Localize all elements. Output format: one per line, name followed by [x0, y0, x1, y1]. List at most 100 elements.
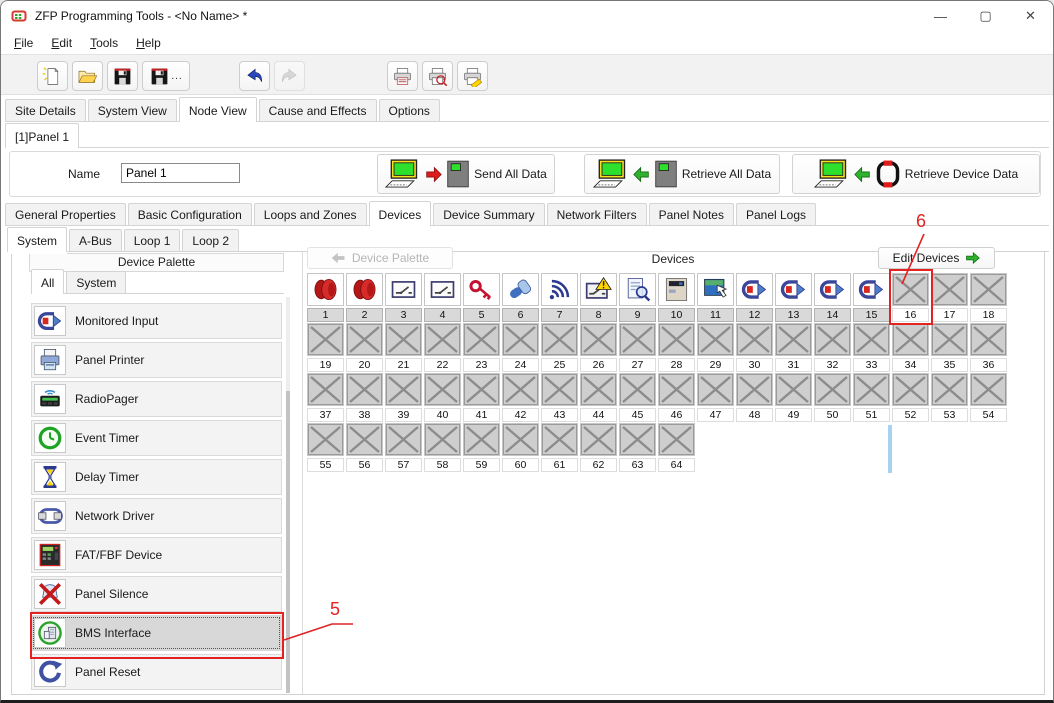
palette-item-event-timer[interactable]: Event Timer [31, 420, 282, 456]
tab-device-summary[interactable]: Device Summary [433, 203, 544, 226]
device-cell-2[interactable]: 2 [346, 273, 383, 322]
device-cell-28[interactable]: 28 [658, 323, 695, 372]
device-cell-45[interactable]: 45 [619, 373, 656, 422]
device-cell-46[interactable]: 46 [658, 373, 695, 422]
palette-item-radiopager[interactable]: RadioPager [31, 381, 282, 417]
device-cell-23[interactable]: 23 [463, 323, 500, 372]
redo-button[interactable] [274, 61, 305, 91]
close-button[interactable]: ✕ [1008, 1, 1053, 31]
device-cell-57[interactable]: 57 [385, 423, 422, 472]
print-export-button[interactable] [457, 61, 488, 91]
save-button[interactable]: ... [142, 61, 190, 91]
palette-tab-all[interactable]: All [31, 269, 64, 294]
device-cell-56[interactable]: 56 [346, 423, 383, 472]
tab-node-view[interactable]: Node View [179, 97, 257, 122]
device-cell-36[interactable]: 36 [970, 323, 1007, 372]
device-cell-35[interactable]: 35 [931, 323, 968, 372]
device-cell-31[interactable]: 31 [775, 323, 812, 372]
tab-a-bus[interactable]: A-Bus [69, 229, 122, 252]
device-cell-7[interactable]: 7 [541, 273, 578, 322]
device-cell-39[interactable]: 39 [385, 373, 422, 422]
palette-item-panel-printer[interactable]: Panel Printer [31, 342, 282, 378]
device-cell-27[interactable]: 27 [619, 323, 656, 372]
device-cell-20[interactable]: 20 [346, 323, 383, 372]
device-cell-18[interactable]: 18 [970, 273, 1007, 322]
tab-loop-2[interactable]: Loop 2 [182, 229, 239, 252]
device-cell-58[interactable]: 58 [424, 423, 461, 472]
device-cell-25[interactable]: 25 [541, 323, 578, 372]
device-cell-47[interactable]: 47 [697, 373, 734, 422]
device-cell-4[interactable]: 4 [424, 273, 461, 322]
palette-item-network-driver[interactable]: Network Driver [31, 498, 282, 534]
device-cell-48[interactable]: 48 [736, 373, 773, 422]
palette-scrollbar-thumb[interactable] [286, 391, 290, 693]
tab-loops-and-zones[interactable]: Loops and Zones [254, 203, 367, 226]
device-cell-15[interactable]: 15 [853, 273, 890, 322]
tab-1-panel-1[interactable]: [1]Panel 1 [5, 123, 79, 148]
save-button[interactable] [107, 61, 138, 91]
tab-cause-and-effects[interactable]: Cause and Effects [259, 99, 377, 122]
device-cell-32[interactable]: 32 [814, 323, 851, 372]
device-cell-37[interactable]: 37 [307, 373, 344, 422]
undo-button[interactable] [239, 61, 270, 91]
device-cell-59[interactable]: 59 [463, 423, 500, 472]
device-cell-63[interactable]: 63 [619, 423, 656, 472]
device-cell-38[interactable]: 38 [346, 373, 383, 422]
device-cell-51[interactable]: 51 [853, 373, 890, 422]
tab-loop-1[interactable]: Loop 1 [124, 229, 181, 252]
minimize-button[interactable]: — [918, 1, 963, 31]
device-cell-64[interactable]: 64 [658, 423, 695, 472]
device-cell-54[interactable]: 54 [970, 373, 1007, 422]
device-cell-8[interactable]: 8 [580, 273, 617, 322]
menu-help[interactable]: Help [127, 33, 170, 53]
device-cell-24[interactable]: 24 [502, 323, 539, 372]
device-cell-60[interactable]: 60 [502, 423, 539, 472]
open-folder-button[interactable] [72, 61, 103, 91]
device-cell-11[interactable]: 11 [697, 273, 734, 322]
device-cell-52[interactable]: 52 [892, 373, 929, 422]
tab-panel-logs[interactable]: Panel Logs [736, 203, 816, 226]
device-cell-9[interactable]: 9 [619, 273, 656, 322]
device-cell-17[interactable]: 17 [931, 273, 968, 322]
device-cell-30[interactable]: 30 [736, 323, 773, 372]
device-cell-53[interactable]: 53 [931, 373, 968, 422]
device-cell-14[interactable]: 14 [814, 273, 851, 322]
device-cell-61[interactable]: 61 [541, 423, 578, 472]
device-cell-22[interactable]: 22 [424, 323, 461, 372]
device-cell-34[interactable]: 34 [892, 323, 929, 372]
device-cell-6[interactable]: 6 [502, 273, 539, 322]
print-button[interactable] [387, 61, 418, 91]
device-cell-44[interactable]: 44 [580, 373, 617, 422]
device-cell-42[interactable]: 42 [502, 373, 539, 422]
panel-name-input[interactable] [121, 163, 240, 183]
device-cell-16[interactable]: 16 [892, 273, 929, 322]
new-doc-button[interactable] [37, 61, 68, 91]
device-cell-1[interactable]: 1 [307, 273, 344, 322]
device-cell-26[interactable]: 26 [580, 323, 617, 372]
device-cell-21[interactable]: 21 [385, 323, 422, 372]
tab-basic-configuration[interactable]: Basic Configuration [128, 203, 252, 226]
device-cell-12[interactable]: 12 [736, 273, 773, 322]
device-cell-29[interactable]: 29 [697, 323, 734, 372]
tab-options[interactable]: Options [379, 99, 440, 122]
print-preview-button[interactable] [422, 61, 453, 91]
send-all-data-button[interactable]: Send All Data [377, 154, 555, 194]
palette-item-fat-fbf-device[interactable]: FAT/FBF Device [31, 537, 282, 573]
device-cell-5[interactable]: 5 [463, 273, 500, 322]
tab-general-properties[interactable]: General Properties [5, 203, 126, 226]
tab-site-details[interactable]: Site Details [5, 99, 86, 122]
device-cell-62[interactable]: 62 [580, 423, 617, 472]
menu-edit[interactable]: Edit [42, 33, 81, 53]
device-cell-41[interactable]: 41 [463, 373, 500, 422]
palette-item-panel-silence[interactable]: Panel Silence [31, 576, 282, 612]
device-palette-back-button[interactable]: Device Palette [307, 247, 453, 269]
device-cell-3[interactable]: 3 [385, 273, 422, 322]
retrieve-all-data-button[interactable]: Retrieve All Data [584, 154, 780, 194]
device-cell-43[interactable]: 43 [541, 373, 578, 422]
device-cell-55[interactable]: 55 [307, 423, 344, 472]
tab-panel-notes[interactable]: Panel Notes [649, 203, 734, 226]
tab-devices[interactable]: Devices [369, 201, 432, 226]
tab-system[interactable]: System [7, 227, 67, 252]
tab-network-filters[interactable]: Network Filters [547, 203, 647, 226]
palette-item-delay-timer[interactable]: Delay Timer [31, 459, 282, 495]
